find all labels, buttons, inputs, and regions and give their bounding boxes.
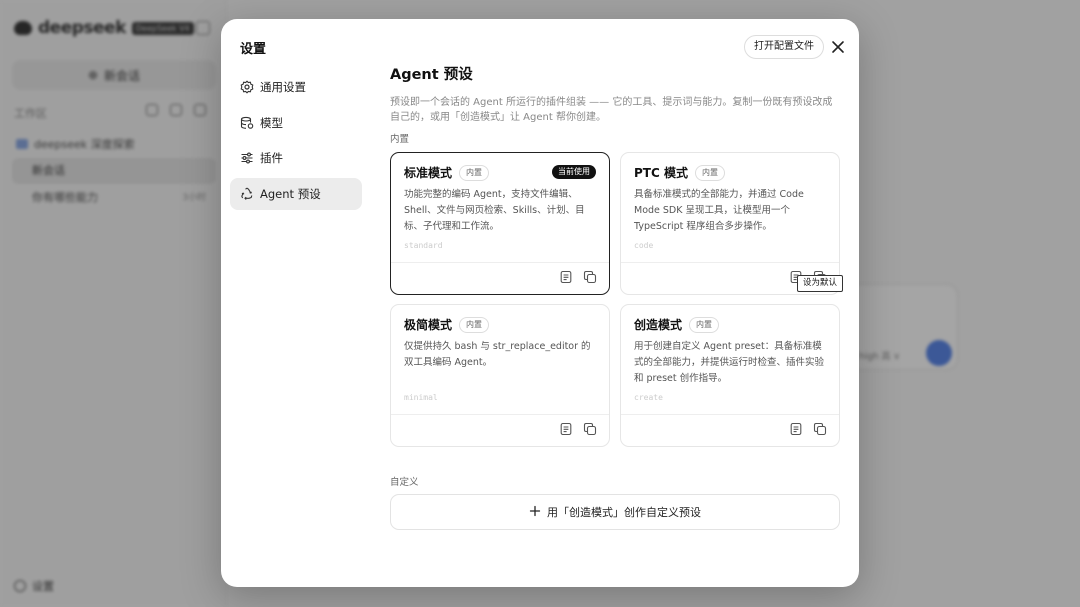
document-icon[interactable] xyxy=(559,422,573,436)
sliders-icon xyxy=(240,151,254,165)
builtin-badge: 内置 xyxy=(459,164,490,181)
preset-id: minimal xyxy=(404,393,438,402)
builtin-badge: 内置 xyxy=(689,316,720,333)
copy-icon[interactable] xyxy=(583,422,597,436)
builtin-badge: 内置 xyxy=(694,164,725,181)
nav-item-plugins[interactable]: 插件 xyxy=(230,142,362,174)
settings-nav: 通用设置 模型 插件 Agent 预设 xyxy=(230,71,362,213)
modal-title: 设置 xyxy=(240,42,267,57)
custom-section-label: 自定义 xyxy=(390,477,419,488)
set-default-tooltip: 设为默认 xyxy=(797,275,844,292)
presets-content: Agent 预设 预设即一个会话的 Agent 所运行的插件组装 —— 它的工具… xyxy=(390,63,842,125)
preset-title: 极简模式 xyxy=(404,318,453,332)
current-badge: 当前使用 xyxy=(552,165,596,179)
page-description: 预设即一个会话的 Agent 所运行的插件组装 —— 它的工具、提示词与能力。复… xyxy=(390,97,833,123)
builtin-section-label: 内置 xyxy=(390,134,410,145)
create-custom-preset-button[interactable]: 用「创造模式」创作自定义预设 xyxy=(390,494,840,530)
preset-description: 仅提供持久 bash 与 str_replace_editor 的双工具编码 A… xyxy=(404,341,591,368)
gear-icon xyxy=(240,80,254,94)
nav-item-model[interactable]: 模型 xyxy=(230,107,362,139)
card-divider xyxy=(391,414,609,415)
preset-id: standard xyxy=(404,241,443,250)
plus-icon xyxy=(529,505,541,520)
create-custom-label: 用「创造模式」创作自定义预设 xyxy=(547,506,701,519)
card-divider xyxy=(621,414,839,415)
preset-card-standard[interactable]: 标准模式 内置 当前使用 功能完整的编码 Agent，支持文件编辑、Shell、… xyxy=(390,152,610,295)
nav-label: Agent 预设 xyxy=(260,186,321,201)
document-icon[interactable] xyxy=(559,270,573,284)
preset-card-ptc[interactable]: PTC 模式 内置 具备标准模式的全部能力，并通过 Code Mode SDK … xyxy=(620,152,840,295)
nav-label: 通用设置 xyxy=(260,80,306,94)
database-icon xyxy=(240,116,254,130)
preset-title: 创造模式 xyxy=(634,318,683,332)
preset-id: create xyxy=(634,393,663,402)
nav-label: 模型 xyxy=(260,115,283,130)
copy-icon[interactable] xyxy=(583,270,597,284)
nav-item-agent-presets[interactable]: Agent 预设 xyxy=(230,177,362,210)
settings-modal: 设置 打开配置文件 通用设置 模型 插件 Agent 预设 Agent 预设 预… xyxy=(221,19,859,587)
preset-title: 标准模式 xyxy=(404,166,453,180)
nav-label: 插件 xyxy=(260,151,283,165)
close-icon[interactable] xyxy=(827,36,849,58)
open-config-button[interactable]: 打开配置文件 xyxy=(744,35,824,59)
preset-description: 具备标准模式的全部能力，并通过 Code Mode SDK 呈现工具，让模型用一… xyxy=(634,189,804,232)
card-divider xyxy=(621,262,839,263)
card-divider xyxy=(391,262,609,263)
preset-title: PTC 模式 xyxy=(634,166,688,180)
preset-card-create[interactable]: 创造模式 内置 用于创建自定义 Agent preset：具备标准模式的全部能力… xyxy=(620,304,840,447)
builtin-badge: 内置 xyxy=(459,316,490,333)
preset-description: 功能完整的编码 Agent，支持文件编辑、Shell、文件与网页检索、Skill… xyxy=(404,189,585,232)
page-title: Agent 预设 xyxy=(390,67,473,83)
copy-icon[interactable] xyxy=(813,422,827,436)
preset-id: code xyxy=(634,241,654,250)
preset-description: 用于创建自定义 Agent preset：具备标准模式的全部能力，并提供运行时检… xyxy=(634,341,825,384)
recycle-icon xyxy=(240,187,254,201)
document-icon[interactable] xyxy=(789,422,803,436)
preset-card-minimal[interactable]: 极简模式 内置 仅提供持久 bash 与 str_replace_editor … xyxy=(390,304,610,447)
nav-item-general[interactable]: 通用设置 xyxy=(230,71,362,103)
